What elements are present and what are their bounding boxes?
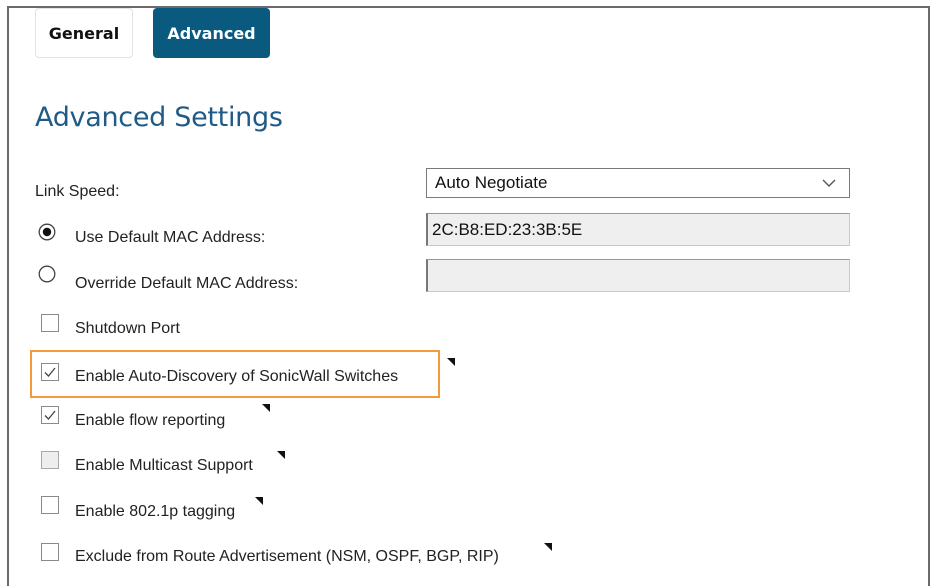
tooltip-indicator-icon[interactable] bbox=[544, 543, 552, 551]
link-speed-label: Link Speed: bbox=[35, 183, 120, 200]
use-default-mac-radio[interactable] bbox=[38, 223, 56, 241]
checkmark-icon bbox=[44, 367, 56, 377]
flow-reporting-label: Enable flow reporting bbox=[75, 412, 226, 429]
8021p-tagging-label: Enable 802.1p tagging bbox=[75, 503, 236, 520]
shutdown-port-checkbox[interactable] bbox=[41, 314, 59, 332]
flow-reporting-checkbox[interactable] bbox=[41, 406, 59, 424]
multicast-label: Enable Multicast Support bbox=[75, 457, 253, 474]
tooltip-indicator-icon[interactable] bbox=[447, 358, 455, 366]
tab-general[interactable]: General bbox=[35, 8, 133, 58]
override-mac-label: Override Default MAC Address: bbox=[75, 275, 299, 292]
multicast-checkbox bbox=[41, 451, 59, 469]
8021p-tagging-checkbox[interactable] bbox=[41, 496, 59, 514]
use-default-mac-label: Use Default MAC Address: bbox=[75, 229, 266, 246]
dialog-frame bbox=[7, 6, 930, 586]
default-mac-field: 2C:B8:ED:23:3B:5E bbox=[426, 213, 850, 246]
exclude-route-checkbox[interactable] bbox=[41, 543, 59, 561]
auto-discovery-label: Enable Auto-Discovery of SonicWall Switc… bbox=[75, 368, 399, 385]
tab-advanced[interactable]: Advanced bbox=[153, 8, 270, 58]
checkmark-icon bbox=[44, 410, 56, 420]
tooltip-indicator-icon[interactable] bbox=[255, 497, 263, 505]
link-speed-value: Auto Negotiate bbox=[435, 173, 548, 192]
link-speed-select[interactable]: Auto Negotiate bbox=[426, 168, 850, 198]
tooltip-indicator-icon[interactable] bbox=[277, 451, 285, 459]
chevron-down-icon bbox=[822, 179, 836, 187]
override-mac-radio[interactable] bbox=[38, 265, 56, 283]
auto-discovery-checkbox[interactable] bbox=[41, 363, 59, 381]
shutdown-port-label: Shutdown Port bbox=[75, 320, 180, 337]
tooltip-indicator-icon[interactable] bbox=[262, 404, 270, 412]
exclude-route-label: Exclude from Route Advertisement (NSM, O… bbox=[75, 548, 499, 565]
section-title: Advanced Settings bbox=[35, 102, 283, 133]
override-mac-field[interactable] bbox=[426, 259, 850, 292]
